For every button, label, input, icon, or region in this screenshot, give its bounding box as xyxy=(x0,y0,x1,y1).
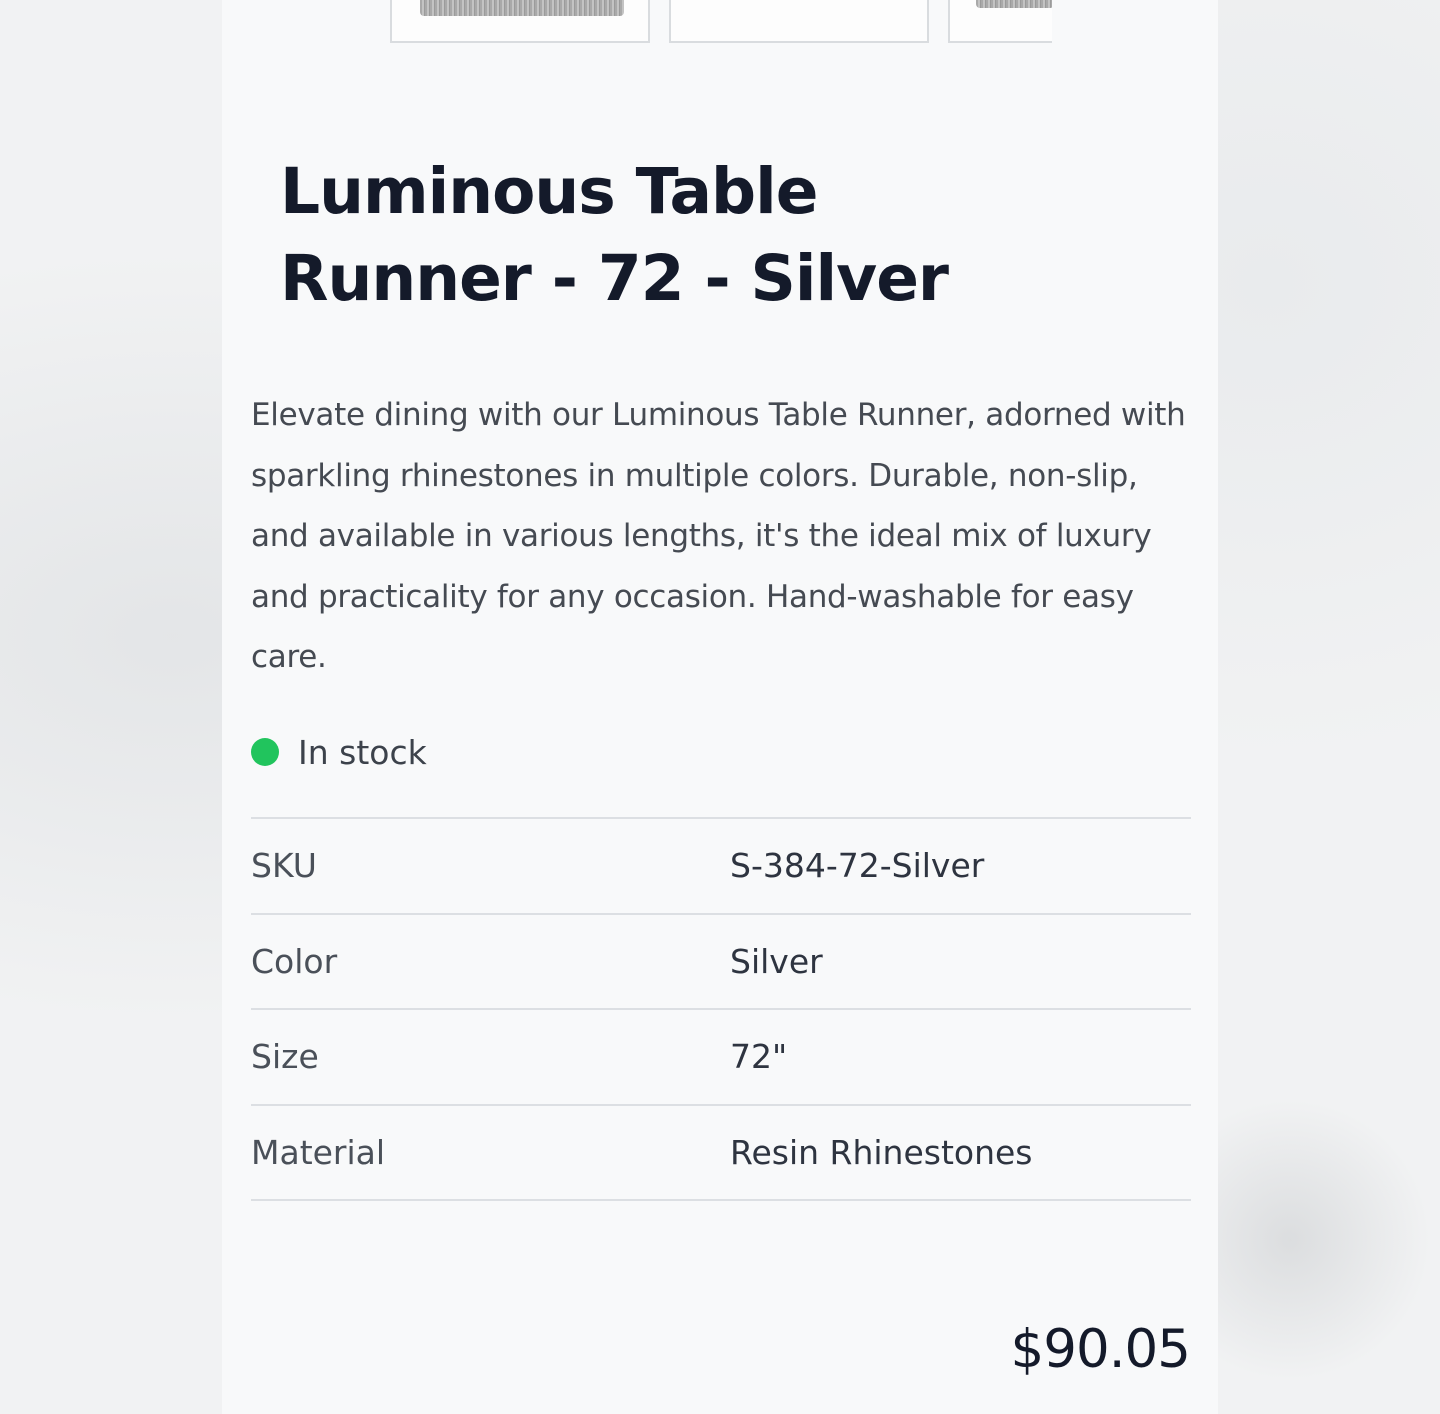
spec-row-color: Color Silver xyxy=(251,915,1191,1010)
spec-label: SKU xyxy=(251,846,317,885)
table-runner-image xyxy=(420,0,624,16)
specs-table: SKU S-384-72-Silver Color Silver Size 72… xyxy=(251,817,1191,1201)
spec-row-sku: SKU S-384-72-Silver xyxy=(251,819,1191,915)
spec-row-size: Size 72" xyxy=(251,1010,1191,1106)
stock-status: In stock xyxy=(251,726,427,778)
stock-status-label: In stock xyxy=(298,732,427,772)
product-thumbnail-2[interactable] xyxy=(669,0,929,43)
product-description: Elevate dining with our Luminous Table R… xyxy=(251,397,1186,675)
spec-label: Size xyxy=(251,1037,319,1076)
product-thumbnail-1[interactable] xyxy=(390,0,650,43)
spec-label: Color xyxy=(251,941,338,981)
spec-value: S-384-72-Silver xyxy=(730,846,985,885)
product-price: $90.05 xyxy=(1010,1319,1191,1380)
spec-value: 72" xyxy=(730,1037,788,1076)
spec-label: Material xyxy=(251,1132,386,1172)
product-title: Luminous Table Runner - 72 - Silver xyxy=(280,155,949,315)
status-dot-icon xyxy=(251,738,279,766)
table-runner-image xyxy=(976,0,1052,8)
spec-value: Silver xyxy=(730,941,823,981)
product-thumbnail-3[interactable] xyxy=(948,0,1052,43)
spec-value: Resin Rhinestones xyxy=(730,1132,1033,1172)
spec-row-material: Material Resin Rhinestones xyxy=(251,1106,1191,1201)
